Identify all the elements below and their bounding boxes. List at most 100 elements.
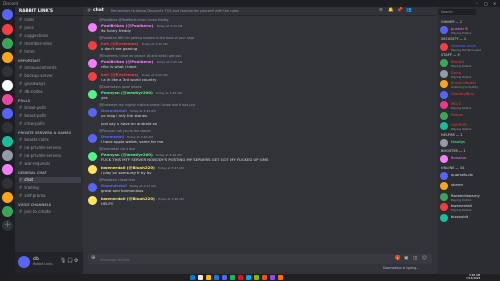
avatar[interactable] <box>88 134 97 143</box>
channel-item[interactable]: # war-requests <box>19 161 81 167</box>
maximize-icon[interactable]: □ <box>484 1 488 6</box>
server-icon[interactable] <box>2 108 13 119</box>
member-item[interactable]: bizzouldt <box>440 213 498 223</box>
channel-item[interactable]: # beast-polls <box>19 113 81 119</box>
server-icon[interactable] <box>2 206 13 217</box>
server-icon[interactable] <box>2 24 13 35</box>
minimize-icon[interactable]: – <box>476 1 478 6</box>
pin-icon[interactable]: 📌 <box>397 8 403 13</box>
browser-icon[interactable] <box>214 275 219 280</box>
reply-preview[interactable]: @Doomsdall not a duo <box>99 147 135 151</box>
channel-category[interactable]: POLLS <box>18 99 30 104</box>
channel-item[interactable]: # self-promo <box>19 193 81 199</box>
server-icon[interactable] <box>2 66 13 77</box>
message-input[interactable]: Message #chat <box>100 257 129 262</box>
channel-item[interactable]: # member-roles <box>19 41 81 47</box>
reply-preview[interactable]: @Poolbeno BRO im getting hooked in the b… <box>99 36 194 40</box>
avatar[interactable] <box>88 196 97 205</box>
server-name[interactable]: RABBIT LINK'S <box>19 8 53 13</box>
server-icon[interactable] <box>2 38 13 49</box>
threads-icon[interactable]: ≋ <box>379 8 383 13</box>
channel-category[interactable]: VOICE CHANNELS <box>18 203 51 208</box>
start-icon[interactable] <box>190 275 195 280</box>
member-item[interactable]: sharm <box>440 181 498 191</box>
member-item[interactable]: Bluuk4 Playing Roblox <box>440 58 498 68</box>
member-item[interactable]: fionalux <box>440 154 498 164</box>
reply-preview[interactable]: @Doomsdays good iphone <box>99 85 142 89</box>
member-item[interactable]: Dynx Playing Roblox <box>440 69 498 79</box>
channel-item[interactable]: # chat <box>19 177 81 183</box>
app-icon[interactable] <box>246 275 251 280</box>
author-name[interactable]: Pennysn (@westlyr200) <box>101 90 153 95</box>
channel-category[interactable]: PRIVATE SERVERS & GAMES <box>18 131 71 136</box>
server-icon[interactable] <box>2 52 13 63</box>
avatar[interactable] <box>88 165 97 174</box>
avatar[interactable] <box>88 59 97 68</box>
sticker-icon[interactable]: ◫ <box>413 256 417 261</box>
reply-preview[interactable]: @PoolBbles @PoolBeria lmao i know Freddy <box>99 18 169 22</box>
avatar[interactable] <box>88 72 97 81</box>
channel-item[interactable]: # crew-polls <box>19 121 81 127</box>
app-icon[interactable] <box>262 275 267 280</box>
avatar[interactable] <box>88 152 97 161</box>
member-item[interactable]: MD/2 Playing Roblox <box>440 100 498 110</box>
server-icon[interactable] <box>2 136 13 147</box>
channel-item[interactable]: # hmm <box>19 49 81 55</box>
reply-preview[interactable]: @Evolemes my mighty cristina phone I kno… <box>99 103 195 107</box>
channel-item[interactable]: # rules <box>19 17 81 23</box>
discord-icon[interactable] <box>222 275 227 280</box>
member-item[interactable]: starrow-alum Playing the Strongest <box>440 42 498 52</box>
system-clock[interactable]: 3:48 AM 7/13/2023 <box>466 273 480 281</box>
channel-category[interactable]: IMPORTANT <box>18 59 40 64</box>
close-icon[interactable]: × <box>493 1 496 6</box>
channel-item[interactable]: # brawl-polls <box>19 105 81 111</box>
channel-item[interactable]: # db-codes <box>19 89 81 95</box>
channel-item[interactable]: # giveaways <box>19 81 81 87</box>
avatar[interactable] <box>88 23 97 32</box>
add-attachment-icon[interactable]: ⊕ <box>91 255 96 261</box>
app-icon[interactable] <box>270 275 275 280</box>
home-icon[interactable] <box>2 9 13 20</box>
server-icon[interactable] <box>2 192 13 203</box>
add-server-icon[interactable]: + <box>2 220 13 231</box>
server-icon[interactable] <box>2 80 13 91</box>
member-item[interactable]: Barbeckbearny Playing Roblox <box>440 192 498 202</box>
app-icon[interactable] <box>278 275 283 280</box>
headphones-icon[interactable]: 🎧 <box>67 258 73 264</box>
gift-icon[interactable]: 🎁 <box>395 256 401 261</box>
reply-preview[interactable]: @Poolbeno i have that <box>99 178 135 182</box>
channel-topic[interactable]: Remember to follow Discord's TOS and fam… <box>111 9 239 13</box>
avatar[interactable] <box>88 41 97 50</box>
app-icon[interactable] <box>238 275 243 280</box>
channel-item[interactable]: # announcements <box>19 65 81 71</box>
server-icon[interactable] <box>2 164 13 175</box>
emoji-icon[interactable]: ☺ <box>422 256 427 261</box>
reply-preview[interactable]: @Pennysn not you to the stones <box>99 129 151 133</box>
member-item[interactable]: Envizi Hardin Listening to Spotify <box>440 79 498 89</box>
member-item[interactable]: bwenerdall Playing Roblox <box>440 202 498 212</box>
server-icon[interactable] <box>2 94 13 105</box>
server-icon[interactable] <box>2 178 13 189</box>
channel-item[interactable]: # joins <box>19 25 81 31</box>
channel-item[interactable]: # beasts-rules <box>19 137 81 143</box>
member-item[interactable]: Nisofgs <box>440 138 498 148</box>
members-icon[interactable]: 👥 <box>406 8 412 13</box>
member-item[interactable]: GloomyBluu <box>440 90 498 100</box>
reply-preview[interactable]: @Evolemes i have an iphone 16 and what i… <box>99 54 181 58</box>
avatar[interactable] <box>88 108 97 117</box>
app-icon[interactable] <box>254 275 259 280</box>
message-author[interactable]: Pennysn (@westlyr200) Today at 3:45 AM <box>101 90 182 95</box>
avatar[interactable] <box>88 90 97 99</box>
channel-item[interactable]: # suggestions <box>19 33 81 39</box>
search-input[interactable]: Search <box>439 9 476 15</box>
explorer-icon[interactable] <box>206 275 211 280</box>
avatar[interactable] <box>18 256 30 268</box>
member-item[interactable]: Petrov <box>440 111 498 121</box>
member-item[interactable]: pusher 6 Playing Roblox <box>440 25 498 35</box>
channel-item[interactable]: # backup-server <box>19 73 81 79</box>
server-icon[interactable] <box>2 122 13 133</box>
gif-icon[interactable]: ▣ <box>404 256 408 261</box>
bell-icon[interactable]: 🔔 <box>388 8 394 13</box>
channel-item[interactable]: # no-private-servers <box>19 153 81 159</box>
channel-item[interactable]: # no-private-servers <box>19 145 81 151</box>
